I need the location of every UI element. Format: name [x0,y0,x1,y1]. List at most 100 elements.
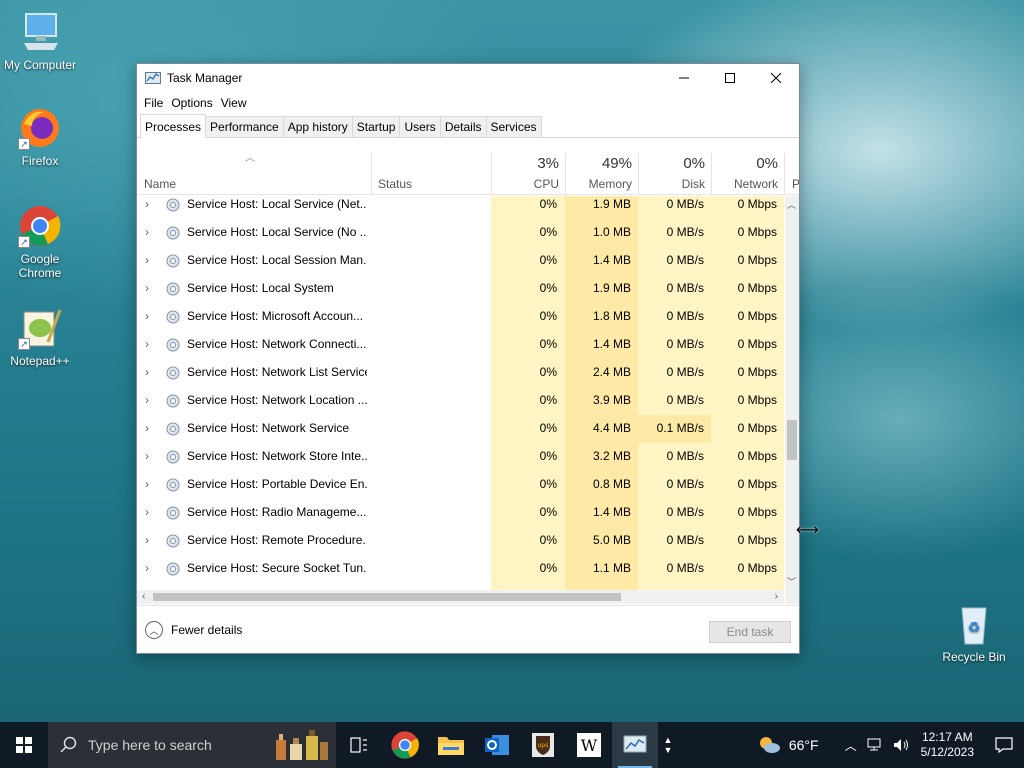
process-cpu: 0% [539,309,557,323]
column-name-label: Name [144,177,177,191]
chrome-icon [391,731,419,759]
column-header: ︿ Name Status 3% CPU 49% Memory 0% Disk … [137,139,799,195]
table-row[interactable]: › Service Host: Microsoft Accoun... 0% 1.8 … [137,303,784,331]
vertical-scroll-thumb[interactable] [787,420,797,460]
tab-services[interactable]: Services [485,116,542,137]
title-bar[interactable]: Task Manager [137,64,799,92]
menu-view[interactable]: View [220,96,254,110]
shortcut-arrow-icon: ↗ [18,138,30,150]
taskbar-ups-app[interactable]: ups [520,722,566,768]
table-row[interactable]: › Service Host: Network List Service 0% 2.4… [137,359,784,387]
taskbar-overflow-scroller[interactable]: ▲ ▼ [658,722,678,768]
expand-chevron-icon[interactable]: › [145,421,149,435]
taskbar-outlook[interactable] [474,722,520,768]
expand-chevron-icon[interactable]: › [145,225,149,239]
process-network: 0 Mbps [737,561,777,575]
table-row[interactable]: › Service Host: Network Connecti... 0% 1.4 … [137,331,784,359]
taskbar-task-manager[interactable] [612,722,658,768]
expand-chevron-icon[interactable]: › [145,365,149,379]
service-gear-icon [165,197,181,213]
expand-chevron-icon[interactable]: › [145,393,149,407]
tab-startup[interactable]: Startup [351,116,401,137]
task-view-button[interactable] [336,722,382,768]
start-button[interactable] [0,722,48,768]
table-row[interactable]: › Service Host: Radio Manageme... 0% 1.4 MB… [137,499,784,527]
notification-icon [995,737,1013,753]
end-task-button[interactable]: End task [709,621,791,643]
fewer-details-button[interactable]: ︿ Fewer details [145,621,242,639]
minimize-button[interactable] [661,64,707,92]
expand-chevron-icon[interactable]: › [145,449,149,463]
expand-chevron-icon[interactable]: › [145,337,149,351]
taskbar-search-box[interactable]: Type here to search [48,722,336,768]
scroll-right-icon[interactable]: › [775,591,778,602]
desktop-icon-recycle-bin[interactable]: ♻ Recycle Bin [934,602,1014,664]
menu-options[interactable]: Options [170,96,219,110]
column-disk[interactable]: 0% Disk [638,139,711,195]
table-row[interactable]: › Service Host: Secure Socket Tun... 0% 1.1… [137,555,784,583]
weather-temperature: 66°F [788,737,819,753]
horizontal-scrollbar[interactable]: ‹ › [137,590,784,604]
column-network[interactable]: 0% Network [711,139,784,195]
svg-text:♻: ♻ [968,620,981,636]
scroll-up-icon[interactable]: ︿ [787,198,796,211]
desktop-icon-notepad-plus-plus[interactable]: ↗ Notepad++ [0,306,80,368]
taskbar-wikipedia[interactable]: W [566,722,612,768]
service-gear-icon [165,421,181,437]
process-memory: 2.4 MB [592,365,631,379]
tab-users[interactable]: Users [399,116,441,137]
tab-details[interactable]: Details [439,116,487,137]
table-row[interactable]: › Service Host: Local System 0% 1.9 MB 0 MB/… [137,275,784,303]
scroll-down-icon[interactable]: ﹀ [787,575,796,588]
horizontal-scroll-thumb[interactable] [153,593,621,601]
table-row[interactable]: › Service Host: Local Service (No ... 0% 1.… [137,219,784,247]
expand-chevron-icon[interactable]: › [145,477,149,491]
close-button[interactable] [753,64,799,92]
scroll-left-icon[interactable]: ‹ [142,591,145,602]
volume-icon[interactable] [893,738,911,752]
chevron-up-icon[interactable]: ▲ [664,735,673,745]
maximize-button[interactable] [707,64,753,92]
show-hidden-icons-icon[interactable]: ︿ [845,737,857,754]
chevron-down-icon[interactable]: ▼ [664,745,673,755]
desktop-icon-firefox[interactable]: ↗ Firefox [0,106,80,168]
expand-chevron-icon[interactable]: › [145,309,149,323]
desktop-icon-my-computer[interactable]: My Computer [0,10,80,72]
expand-chevron-icon[interactable]: › [145,505,149,519]
table-row[interactable]: › Service Host: Portable Device En... 0% 0.… [137,471,784,499]
taskbar-chrome[interactable] [382,722,428,768]
column-status[interactable]: Status [371,139,491,195]
column-name[interactable]: Name [137,139,371,195]
footer-bar: ︿ Fewer details End task [137,605,799,653]
menu-file[interactable]: File [143,96,170,110]
process-network: 0 Mbps [737,533,777,547]
table-row[interactable]: › Service Host: Local Service (Net... 0% 1.… [137,196,784,219]
expand-chevron-icon[interactable]: › [145,253,149,267]
table-row[interactable]: › Service Host: Remote Procedure... 0% 5.0 … [137,527,784,555]
process-name: Service Host: Local Service (No ... [187,225,367,239]
tab-performance[interactable]: Performance [205,116,284,137]
desktop-icon-label: Recycle Bin [942,650,1006,664]
table-row[interactable]: › Service Host: Network Location ... 0% 3.9… [137,387,784,415]
expand-chevron-icon[interactable]: › [145,281,149,295]
expand-chevron-icon[interactable]: › [145,197,149,211]
expand-chevron-icon[interactable]: › [145,561,149,575]
table-row[interactable]: › Service Host: Network Store Inte... 0% 3.… [137,443,784,471]
expand-chevron-icon[interactable]: › [145,533,149,547]
tab-processes[interactable]: Processes [140,114,207,138]
column-cpu[interactable]: 3% CPU [491,139,565,195]
column-memory[interactable]: 49% Memory [565,139,638,195]
table-row[interactable]: › Service Host: Network Service 0% 4.4 MB 0.… [137,415,784,443]
clock[interactable]: 12:17 AM 5/12/2023 [921,730,974,760]
notifications-button[interactable] [984,722,1024,768]
process-disk: 0 MB/s [666,533,704,547]
chrome-icon: ↗ [18,204,62,248]
desktop-icon-google-chrome[interactable]: ↗ Google Chrome [0,204,80,280]
column-power[interactable]: P [785,139,799,195]
process-name: Service Host: Secure Socket Tun... [187,561,367,575]
taskbar-file-explorer[interactable] [428,722,474,768]
network-icon[interactable] [867,738,885,752]
weather-widget[interactable]: 66°F [757,735,819,755]
tab-app-history[interactable]: App history [282,116,353,137]
table-row[interactable]: › Service Host: Local Session Man... 0% 1.4… [137,247,784,275]
